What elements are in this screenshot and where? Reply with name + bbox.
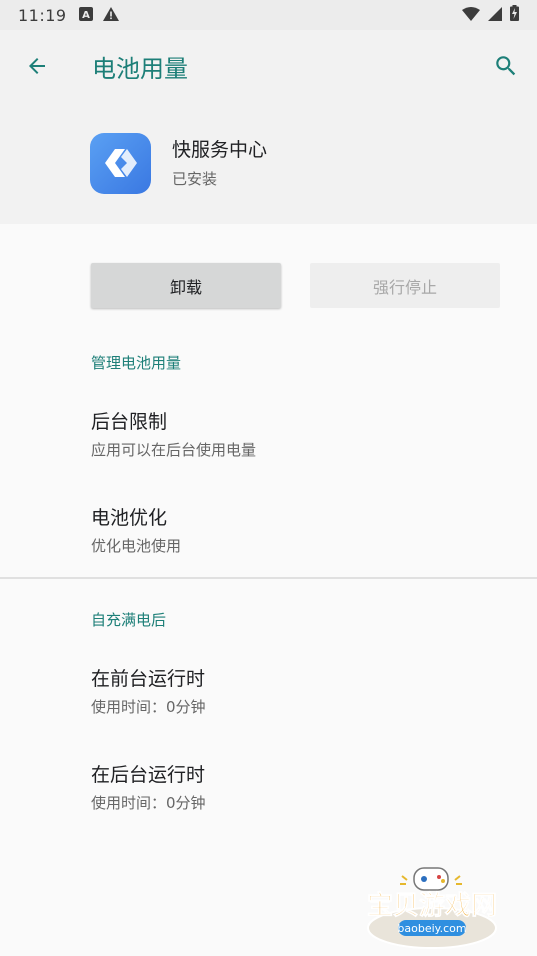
item-title: 电池优化 — [91, 507, 168, 529]
app-install-status: 已安装 — [172, 170, 218, 188]
search-button[interactable] — [491, 51, 521, 81]
watermark-logo: 宝贝游戏网 baobeiy.com — [362, 866, 502, 950]
item-subtitle: 使用时间：0分钟 — [91, 794, 206, 812]
search-icon — [496, 56, 516, 76]
force-stop-button: 强行停止 — [310, 263, 500, 308]
uninstall-button[interactable]: 卸载 — [91, 263, 281, 308]
battery-optimization-item[interactable]: 电池优化 优化电池使用 — [0, 503, 537, 556]
warning-icon — [102, 6, 119, 25]
watermark-brand: 宝贝游戏网 — [367, 890, 497, 921]
background-restriction-item[interactable]: 后台限制 应用可以在后台使用电量 — [0, 407, 537, 460]
item-title: 在后台运行时 — [91, 764, 206, 786]
wifi-icon — [462, 6, 480, 25]
background-usage-item: 在后台运行时 使用时间：0分钟 — [0, 760, 537, 813]
watermark-domain: baobeiy.com — [397, 922, 466, 935]
page-title: 电池用量 — [92, 54, 188, 83]
battery-charging-icon — [510, 5, 519, 25]
app-icon — [90, 132, 151, 194]
signal-icon — [488, 6, 502, 25]
app-bar: 电池用量 — [0, 30, 537, 102]
foreground-usage-item: 在前台运行时 使用时间：0分钟 — [0, 664, 537, 717]
section-divider — [0, 577, 537, 579]
app-header: 快服务中心 已安装 — [0, 102, 537, 224]
arrow-back-icon — [29, 58, 45, 74]
back-button[interactable] — [22, 51, 52, 81]
since-full-charge-header: 自充满电后 — [91, 611, 167, 629]
item-title: 在前台运行时 — [91, 668, 206, 690]
status-time: 11:19 — [18, 5, 67, 25]
manage-battery-header: 管理电池用量 — [91, 354, 182, 372]
app-name: 快服务中心 — [172, 139, 268, 161]
item-subtitle: 使用时间：0分钟 — [91, 698, 206, 716]
notification-a-icon: A — [78, 6, 93, 25]
svg-text:A: A — [82, 10, 90, 21]
item-subtitle: 优化电池使用 — [91, 537, 182, 555]
status-bar: 11:19 A — [0, 0, 537, 30]
item-subtitle: 应用可以在后台使用电量 — [91, 441, 257, 459]
item-title: 后台限制 — [91, 411, 168, 433]
action-buttons: 卸载 强行停止 — [0, 224, 537, 308]
